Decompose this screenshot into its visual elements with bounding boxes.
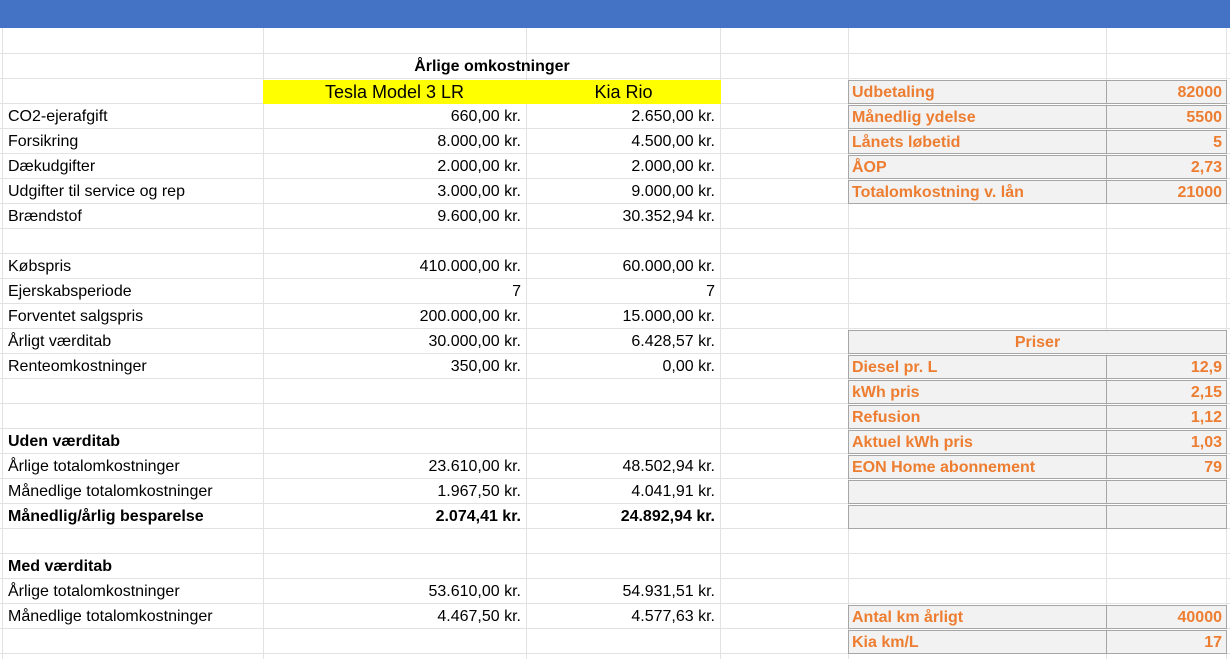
tesla-value-cell[interactable]: 1.967,50 kr. xyxy=(263,480,526,504)
kia-value-cell[interactable]: 4.577,63 kr. xyxy=(526,605,720,629)
prices-heading: Priser xyxy=(848,330,1227,354)
tesla-value-cell[interactable]: 9.600,00 kr. xyxy=(263,205,526,229)
loan-value-cell[interactable]: 5 xyxy=(1106,130,1227,154)
tesla-value-cell[interactable]: 4.467,50 kr. xyxy=(263,605,526,629)
kia-value-cell[interactable]: 0,00 kr. xyxy=(526,355,720,379)
price-label-cell[interactable] xyxy=(848,505,1107,529)
price-label-cell[interactable]: Aktuel kWh pris xyxy=(848,430,1107,454)
tesla-value-cell[interactable]: 200.000,00 kr. xyxy=(263,305,526,329)
tesla-value-cell[interactable]: 3.000,00 kr. xyxy=(263,180,526,204)
col-header-kia[interactable]: Kia Rio xyxy=(526,80,721,104)
km-value-cell[interactable]: 40000 xyxy=(1106,605,1227,629)
kia-value-cell[interactable]: 15.000,00 kr. xyxy=(526,305,720,329)
tesla-value-cell[interactable]: 660,00 kr. xyxy=(263,105,526,129)
kia-value-cell[interactable]: 48.502,94 kr. xyxy=(526,455,720,479)
loan-label-cell[interactable]: Lånets løbetid xyxy=(848,130,1107,154)
price-value-cell[interactable]: 2,15 xyxy=(1106,380,1227,404)
grid-hline xyxy=(0,553,1230,554)
loan-label-cell[interactable]: Månedlig ydelse xyxy=(848,105,1107,129)
row-label: Månedlig/årlig besparelse xyxy=(8,508,204,525)
price-value-cell[interactable]: 1,03 xyxy=(1106,430,1227,454)
row-label: Udgifter til service og rep xyxy=(8,183,185,200)
kia-value-cell[interactable]: 24.892,94 kr. xyxy=(526,505,720,529)
price-label-cell[interactable]: Refusion xyxy=(848,405,1107,429)
row-label: Årlige totalomkostninger xyxy=(8,583,180,600)
row-label: Forventet salgspris xyxy=(8,308,144,325)
row-label: Ejerskabsperiode xyxy=(8,283,132,300)
loan-value-cell[interactable]: 82000 xyxy=(1106,80,1227,104)
sheet-title: Årlige omkostninger xyxy=(414,58,570,75)
kia-value-cell[interactable]: 4.041,91 kr. xyxy=(526,480,720,504)
price-value-cell[interactable] xyxy=(1106,505,1227,529)
row-label: Dækudgifter xyxy=(8,158,96,175)
grid-hline xyxy=(0,253,1230,254)
row-label: Årligt værditab xyxy=(8,333,112,350)
price-label-cell[interactable]: Diesel pr. L xyxy=(848,355,1107,379)
row-label: Årlige totalomkostninger xyxy=(8,458,180,475)
grid-hline xyxy=(0,53,1230,54)
km-label-cell[interactable]: Antal km årligt xyxy=(848,605,1107,629)
loan-label-cell[interactable]: Totalomkostning v. lån xyxy=(848,180,1107,204)
kia-value-cell[interactable]: 6.428,57 kr. xyxy=(526,330,720,354)
tesla-value-cell[interactable]: 2.074,41 kr. xyxy=(263,505,526,529)
loan-value-cell[interactable]: 5500 xyxy=(1106,105,1227,129)
row-label: Brændstof xyxy=(8,208,82,225)
tesla-value-cell[interactable]: 23.610,00 kr. xyxy=(263,455,526,479)
km-value-cell[interactable]: 17 xyxy=(1106,630,1227,654)
price-value-cell[interactable]: 79 xyxy=(1106,455,1227,479)
kia-value-cell[interactable]: 2.000,00 kr. xyxy=(526,155,720,179)
price-label-cell[interactable]: EON Home abonnement xyxy=(848,455,1107,479)
header-bar xyxy=(0,0,1230,28)
tesla-value-cell[interactable]: 8.000,00 kr. xyxy=(263,130,526,154)
kia-value-cell[interactable]: 7 xyxy=(526,280,720,304)
tesla-value-cell[interactable]: 350,00 kr. xyxy=(263,355,526,379)
section-heading-uden: Uden værditab xyxy=(8,433,121,450)
row-label: Månedlige totalomkostninger xyxy=(8,608,213,625)
price-label-cell[interactable] xyxy=(848,480,1107,504)
kia-value-cell[interactable]: 60.000,00 kr. xyxy=(526,255,720,279)
section-heading-med: Med værditab xyxy=(8,558,113,575)
row-label: Renteomkostninger xyxy=(8,358,147,375)
kia-value-cell[interactable]: 9.000,00 kr. xyxy=(526,180,720,204)
km-label-cell[interactable]: Kia km/L xyxy=(848,630,1107,654)
tesla-value-cell[interactable]: 410.000,00 kr. xyxy=(263,255,526,279)
tesla-value-cell[interactable]: 30.000,00 kr. xyxy=(263,330,526,354)
price-value-cell[interactable]: 12,9 xyxy=(1106,355,1227,379)
row-label: Månedlige totalomkostninger xyxy=(8,483,213,500)
loan-value-cell[interactable]: 21000 xyxy=(1106,180,1227,204)
price-value-cell[interactable] xyxy=(1106,480,1227,504)
loan-label-cell[interactable]: Udbetaling xyxy=(848,80,1107,104)
price-value-cell[interactable]: 1,12 xyxy=(1106,405,1227,429)
grid-vline xyxy=(720,28,721,659)
loan-value-cell[interactable]: 2,73 xyxy=(1106,155,1227,179)
kia-value-cell[interactable]: 30.352,94 kr. xyxy=(526,205,720,229)
row-label: Købspris xyxy=(8,258,72,275)
kia-value-cell[interactable]: 54.931,51 kr. xyxy=(526,580,720,604)
tesla-value-cell[interactable]: 53.610,00 kr. xyxy=(263,580,526,604)
spreadsheet[interactable]: Årlige omkostninger Tesla Model 3 LR Kia… xyxy=(0,0,1230,659)
kia-value-cell[interactable]: 4.500,00 kr. xyxy=(526,130,720,154)
loan-label-cell[interactable]: ÅOP xyxy=(848,155,1107,179)
price-label-cell[interactable]: kWh pris xyxy=(848,380,1107,404)
row-label: Forsikring xyxy=(8,133,79,150)
col-header-tesla[interactable]: Tesla Model 3 LR xyxy=(263,80,526,104)
kia-value-cell[interactable]: 2.650,00 kr. xyxy=(526,105,720,129)
tesla-value-cell[interactable]: 7 xyxy=(263,280,526,304)
tesla-value-cell[interactable]: 2.000,00 kr. xyxy=(263,155,526,179)
row-label: CO2-ejerafgift xyxy=(8,108,108,125)
